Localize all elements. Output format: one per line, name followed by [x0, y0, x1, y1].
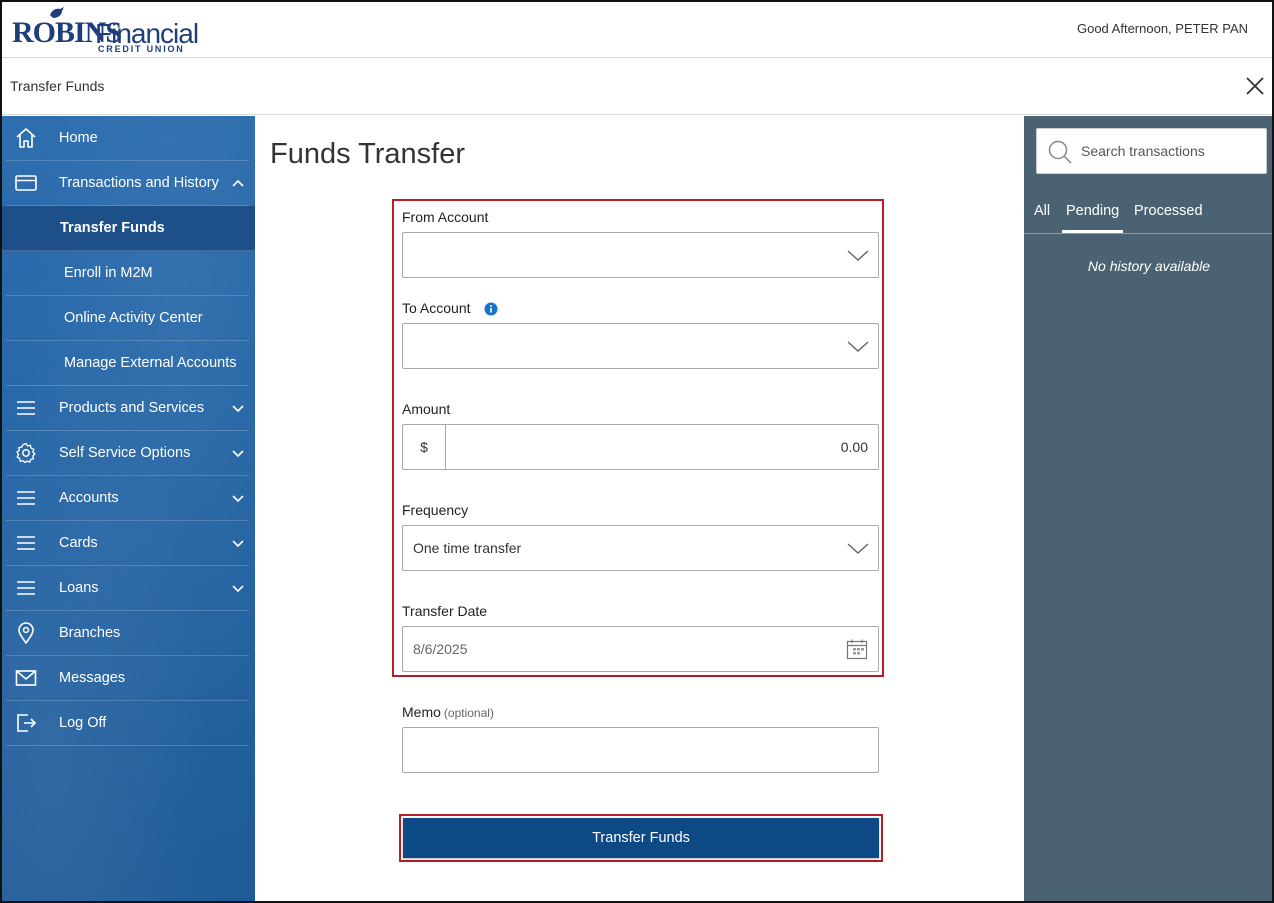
sidebar-item-accounts[interactable]: Accounts — [6, 476, 249, 521]
sidebar-item-enroll-m2m[interactable]: Enroll in M2M — [6, 251, 249, 296]
transfer-form-highlight: From Account To Account Amount $ 0.00 Fr… — [392, 199, 884, 677]
search-icon — [1048, 140, 1072, 164]
menu-icon — [17, 536, 35, 550]
transfer-date-input[interactable]: 8/6/2025 — [402, 626, 879, 672]
sub-header: Transfer Funds — [2, 59, 1272, 115]
sidebar-item-cards[interactable]: Cards — [6, 521, 249, 566]
page-breadcrumb: Transfer Funds — [10, 78, 105, 94]
greeting-text: Good Afternoon, PETER PAN — [1076, 21, 1248, 36]
sidebar-item-self-service[interactable]: Self Service Options — [6, 431, 249, 476]
credit-card-icon — [15, 175, 37, 191]
sidebar-item-label: Log Off — [59, 715, 107, 731]
close-icon[interactable] — [1244, 75, 1266, 97]
transfer-funds-button[interactable]: Transfer Funds — [403, 818, 879, 858]
transfer-date-label: Transfer Date — [402, 603, 488, 619]
location-pin-icon — [18, 622, 34, 645]
logout-icon — [17, 714, 37, 732]
chevron-down-icon — [232, 585, 244, 593]
logo-credit-union: CREDIT UNION — [98, 44, 185, 54]
sidebar-item-label: Branches — [59, 625, 121, 641]
currency-prefix: $ — [403, 425, 446, 469]
sidebar-nav: Home Transactions and History Transfer F… — [2, 116, 255, 901]
chevron-down-icon — [847, 341, 869, 352]
sidebar-item-label: Accounts — [59, 490, 119, 506]
tab-processed[interactable]: Processed — [1134, 203, 1203, 219]
home-icon — [16, 128, 36, 148]
sidebar-item-label: Loans — [59, 580, 99, 596]
from-account-select[interactable] — [402, 232, 879, 278]
submit-highlight: Transfer Funds — [399, 814, 883, 862]
chevron-down-icon — [232, 405, 244, 413]
history-panel: All Pending Processed No history availab… — [1024, 116, 1272, 901]
memo-label-text: Memo — [402, 704, 441, 720]
sidebar-item-label: Enroll in M2M — [64, 265, 153, 281]
tab-all[interactable]: All — [1034, 203, 1050, 219]
main-content: Funds Transfer From Account To Account A… — [256, 116, 1023, 901]
sidebar-item-label: Transfer Funds — [60, 220, 165, 236]
chevron-down-icon — [847, 543, 869, 554]
chevron-down-icon — [232, 495, 244, 503]
from-account-label: From Account — [402, 209, 489, 225]
sidebar-item-transfer-funds[interactable]: Transfer Funds — [2, 206, 255, 251]
memo-input[interactable] — [402, 727, 879, 773]
menu-icon — [17, 581, 35, 595]
search-transactions-input[interactable] — [1081, 137, 1261, 165]
search-box[interactable] — [1036, 128, 1267, 174]
envelope-icon — [15, 670, 37, 686]
amount-value: 0.00 — [840, 439, 868, 455]
sidebar-item-label: Online Activity Center — [64, 310, 203, 326]
chevron-down-icon — [232, 450, 244, 458]
sidebar-item-loans[interactable]: Loans — [6, 566, 249, 611]
info-icon[interactable] — [484, 302, 498, 316]
calendar-icon[interactable] — [846, 638, 868, 660]
sidebar-item-label: Home — [59, 130, 98, 146]
chevron-up-icon — [232, 179, 244, 187]
page-title: Funds Transfer — [270, 138, 466, 170]
to-account-label: To Account — [402, 300, 471, 316]
frequency-value: One time transfer — [413, 540, 522, 556]
robins-financial-logo[interactable]: ROBINS Financial CREDIT UNION — [12, 6, 199, 54]
sidebar-item-transactions[interactable]: Transactions and History — [6, 161, 249, 206]
gear-icon — [16, 442, 36, 464]
tab-pending[interactable]: Pending — [1061, 203, 1124, 233]
chevron-down-icon — [232, 540, 244, 548]
sidebar-item-label: Transactions and History — [59, 175, 219, 191]
history-tabs: All Pending Processed — [1024, 194, 1272, 234]
transfer-date-value: 8/6/2025 — [413, 641, 468, 657]
sidebar-item-manage-external-accounts[interactable]: Manage External Accounts — [6, 341, 249, 386]
sidebar-item-label: Self Service Options — [59, 445, 191, 461]
amount-label: Amount — [402, 401, 451, 417]
app-frame: ROBINS Financial CREDIT UNION Good After… — [0, 0, 1274, 903]
sidebar-item-label: Cards — [59, 535, 98, 551]
sidebar-item-home[interactable]: Home — [6, 116, 249, 161]
sidebar-item-online-activity-center[interactable]: Online Activity Center — [6, 296, 249, 341]
frequency-select[interactable]: One time transfer — [402, 525, 879, 571]
sidebar-item-messages[interactable]: Messages — [6, 656, 249, 701]
frequency-label: Frequency — [402, 502, 469, 518]
menu-icon — [17, 491, 35, 505]
sidebar-item-branches[interactable]: Branches — [6, 611, 249, 656]
menu-icon — [17, 401, 35, 415]
empty-history-message: No history available — [1087, 258, 1211, 274]
sidebar-item-label: Manage External Accounts — [64, 355, 237, 371]
to-account-select[interactable] — [402, 323, 879, 369]
memo-optional-hint: (optional) — [443, 706, 494, 720]
top-header: ROBINS Financial CREDIT UNION Good After… — [2, 2, 1272, 58]
chevron-down-icon — [847, 250, 869, 261]
sidebar-item-log-off[interactable]: Log Off — [6, 701, 249, 746]
sidebar-item-label: Messages — [59, 670, 126, 686]
amount-input[interactable]: $ 0.00 — [402, 424, 879, 470]
sidebar-item-products-services[interactable]: Products and Services — [6, 386, 249, 431]
memo-label: Memo (optional) — [402, 704, 494, 720]
sidebar-item-label: Products and Services — [59, 400, 205, 416]
